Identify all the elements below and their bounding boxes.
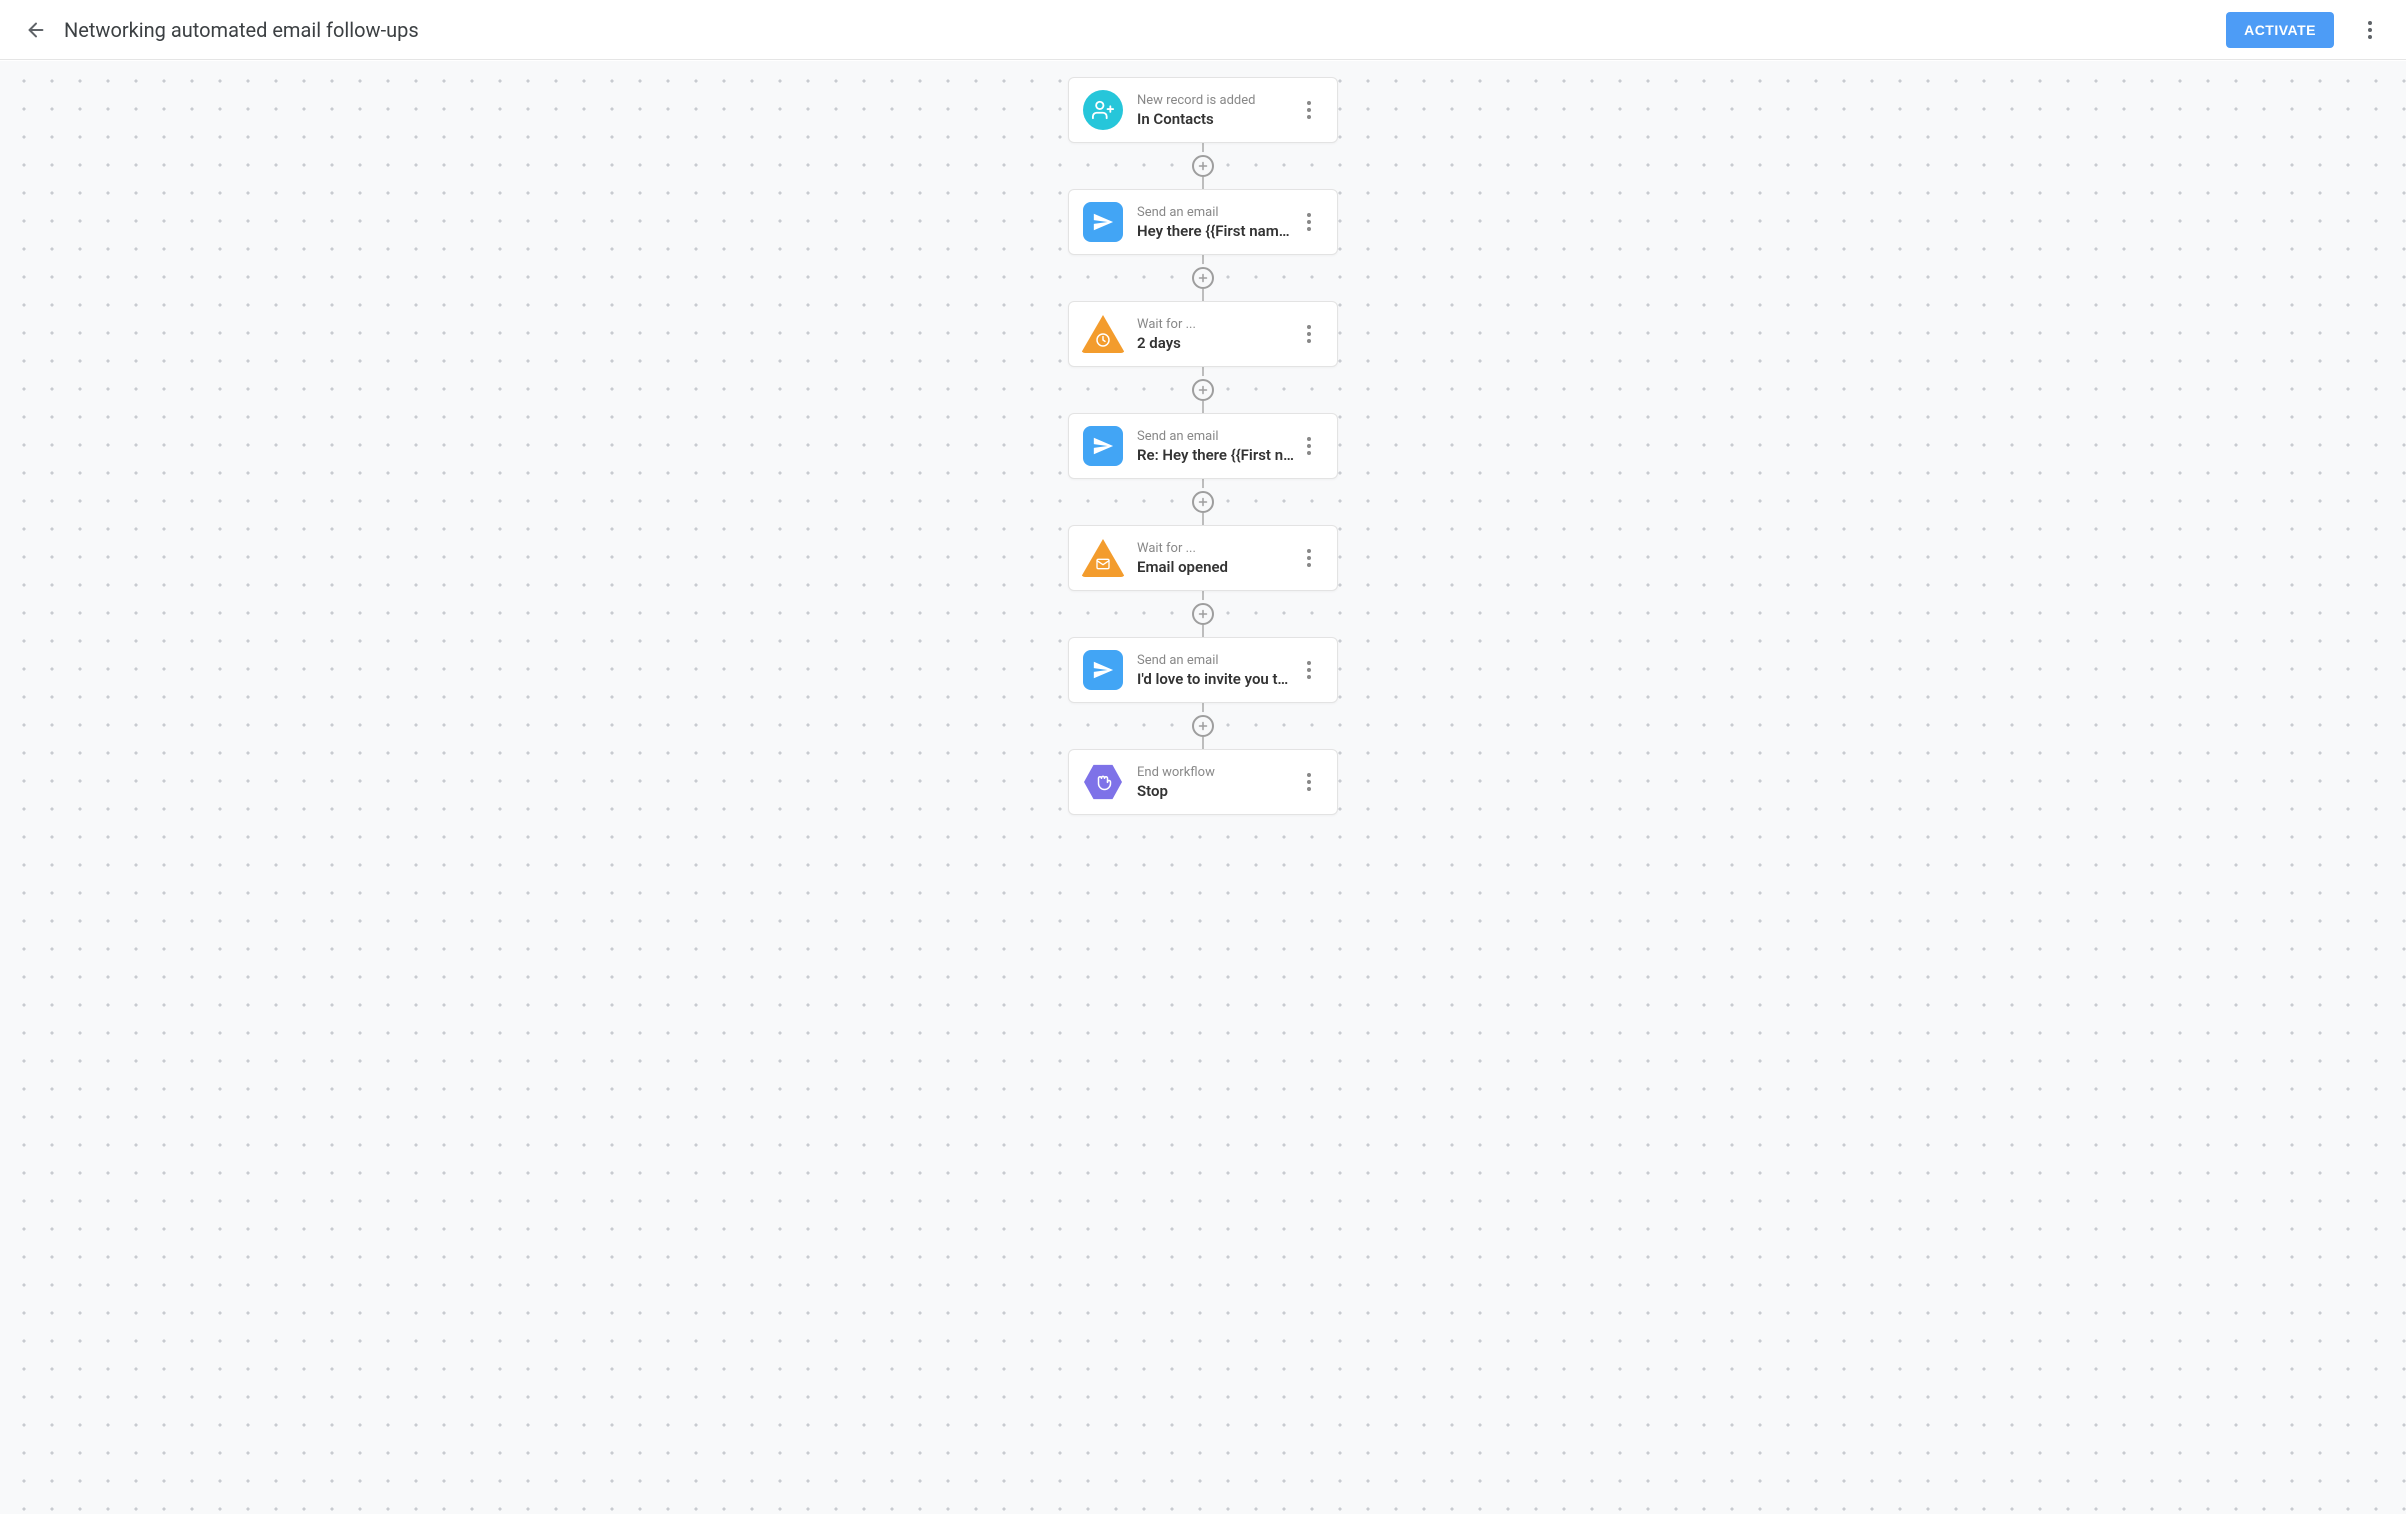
connector-line xyxy=(1202,177,1204,189)
connector xyxy=(1192,479,1214,525)
node-more-button[interactable] xyxy=(1295,432,1323,460)
node-text: Wait for ... Email opened xyxy=(1137,541,1295,576)
node-detail: I'd love to invite you to… xyxy=(1137,670,1295,688)
connector xyxy=(1192,367,1214,413)
connector-line xyxy=(1202,255,1204,267)
connector xyxy=(1192,591,1214,637)
node-detail: 2 days xyxy=(1137,334,1295,352)
plus-icon xyxy=(1197,160,1209,172)
activate-button[interactable]: ACTIVATE xyxy=(2226,12,2334,48)
node-more-button[interactable] xyxy=(1295,208,1323,236)
workflow-canvas[interactable]: New record is added In Contacts Send an em… xyxy=(0,61,2406,1514)
connector xyxy=(1192,703,1214,749)
more-vertical-icon xyxy=(1307,661,1311,679)
connector-line xyxy=(1202,289,1204,301)
workflow-node[interactable]: Send an email Hey there {{First name… xyxy=(1068,189,1338,255)
workflow-node[interactable]: Send an email Re: Hey there {{First n… xyxy=(1068,413,1338,479)
header-more-button[interactable] xyxy=(2352,12,2388,48)
add-step-button[interactable] xyxy=(1192,603,1214,625)
node-label: Wait for ... xyxy=(1137,317,1295,332)
node-text: End workflow Stop xyxy=(1137,765,1295,800)
add-step-button[interactable] xyxy=(1192,379,1214,401)
node-more-button[interactable] xyxy=(1295,768,1323,796)
add-step-button[interactable] xyxy=(1192,715,1214,737)
workflow-flow: New record is added In Contacts Send an em… xyxy=(0,61,2406,815)
node-text: Send an email I'd love to invite you to… xyxy=(1137,653,1295,688)
plus-icon xyxy=(1197,272,1209,284)
connector-line xyxy=(1202,143,1204,155)
plus-icon xyxy=(1197,384,1209,396)
connector xyxy=(1192,255,1214,301)
send-email-icon xyxy=(1083,650,1123,690)
node-more-button[interactable] xyxy=(1295,320,1323,348)
add-step-button[interactable] xyxy=(1192,267,1214,289)
more-vertical-icon xyxy=(1307,325,1311,343)
add-step-button[interactable] xyxy=(1192,155,1214,177)
workflow-node[interactable]: End workflow Stop xyxy=(1068,749,1338,815)
workflow-node[interactable]: Wait for ... Email opened xyxy=(1068,525,1338,591)
workflow-node[interactable]: Wait for ... 2 days xyxy=(1068,301,1338,367)
node-detail: Stop xyxy=(1137,782,1295,800)
plus-icon xyxy=(1197,720,1209,732)
connector-line xyxy=(1202,737,1204,749)
connector-line xyxy=(1202,591,1204,603)
stop-icon xyxy=(1083,762,1123,802)
person-add-icon xyxy=(1083,90,1123,130)
node-text: Send an email Hey there {{First name… xyxy=(1137,205,1295,240)
node-label: Send an email xyxy=(1137,205,1295,220)
node-detail: Email opened xyxy=(1137,558,1295,576)
connector-line xyxy=(1202,401,1204,413)
connector-line xyxy=(1202,367,1204,379)
plus-icon xyxy=(1197,496,1209,508)
node-detail: Re: Hey there {{First n… xyxy=(1137,446,1295,464)
more-vertical-icon xyxy=(1307,437,1311,455)
node-more-button[interactable] xyxy=(1295,656,1323,684)
more-vertical-icon xyxy=(1307,101,1311,119)
node-more-button[interactable] xyxy=(1295,544,1323,572)
more-vertical-icon xyxy=(1307,549,1311,567)
workflow-node[interactable]: Send an email I'd love to invite you to… xyxy=(1068,637,1338,703)
wait-clock-icon xyxy=(1083,314,1123,354)
more-vertical-icon xyxy=(1307,773,1311,791)
connector xyxy=(1192,143,1214,189)
node-text: Wait for ... 2 days xyxy=(1137,317,1295,352)
node-label: Send an email xyxy=(1137,653,1295,668)
node-label: New record is added xyxy=(1137,93,1295,108)
node-label: End workflow xyxy=(1137,765,1295,780)
more-vertical-icon xyxy=(1307,213,1311,231)
header: Networking automated email follow-ups AC… xyxy=(0,0,2406,60)
wait-mail-icon xyxy=(1083,538,1123,578)
node-text: Send an email Re: Hey there {{First n… xyxy=(1137,429,1295,464)
add-step-button[interactable] xyxy=(1192,491,1214,513)
node-more-button[interactable] xyxy=(1295,96,1323,124)
back-button[interactable] xyxy=(18,12,54,48)
plus-icon xyxy=(1197,608,1209,620)
node-detail: Hey there {{First name… xyxy=(1137,222,1295,240)
more-vertical-icon xyxy=(2368,21,2372,39)
page-title: Networking automated email follow-ups xyxy=(64,18,2226,42)
node-text: New record is added In Contacts xyxy=(1137,93,1295,128)
connector-line xyxy=(1202,703,1204,715)
connector-line xyxy=(1202,479,1204,491)
node-detail: In Contacts xyxy=(1137,110,1295,128)
node-label: Send an email xyxy=(1137,429,1295,444)
node-label: Wait for ... xyxy=(1137,541,1295,556)
workflow-node[interactable]: New record is added In Contacts xyxy=(1068,77,1338,143)
arrow-left-icon xyxy=(25,19,47,41)
send-email-icon xyxy=(1083,426,1123,466)
connector-line xyxy=(1202,513,1204,525)
send-email-icon xyxy=(1083,202,1123,242)
connector-line xyxy=(1202,625,1204,637)
